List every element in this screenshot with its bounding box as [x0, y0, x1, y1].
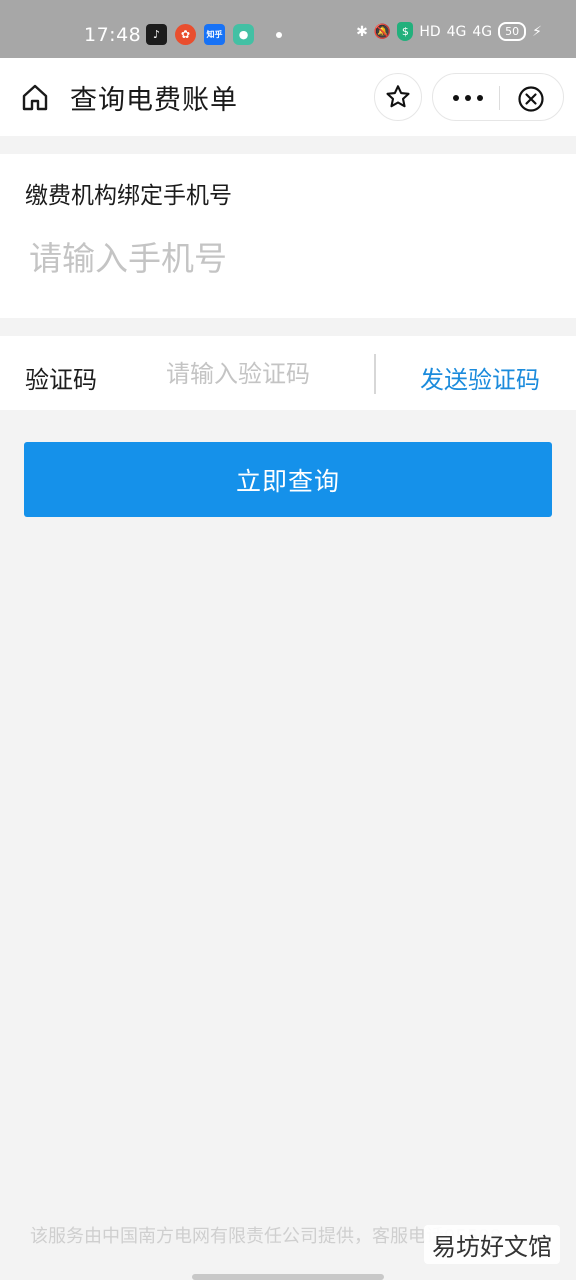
nav-bar: 查询电费账单 [0, 58, 576, 136]
status-indicators: ✱ 🔕 $ HD 4G 4G 50 ⚡ [356, 22, 542, 41]
watermark: 易坊好文馆 [424, 1225, 560, 1264]
network-label: HD [419, 23, 441, 40]
signal-4g-icon: 4G [446, 23, 467, 40]
phone-label: 缴费机构绑定手机号 [25, 183, 232, 209]
verification-divider [374, 354, 376, 394]
notification-dot-icon [276, 31, 282, 38]
close-icon[interactable] [517, 85, 545, 113]
home-indicator[interactable] [192, 1274, 384, 1280]
charging-icon: ⚡ [532, 23, 542, 40]
phone-section: 缴费机构绑定手机号 [0, 154, 576, 318]
zhihu-icon: 知乎 [204, 24, 225, 45]
status-time: 17:48 [84, 24, 142, 46]
home-icon[interactable] [20, 82, 50, 112]
tiktok-icon: ♪ [146, 24, 167, 45]
news-icon: ✿ [175, 24, 196, 45]
capsule-divider [499, 86, 500, 110]
send-code-button[interactable]: 发送验证码 [420, 360, 540, 395]
favorite-button[interactable] [374, 73, 422, 121]
app-icon: ● [233, 24, 254, 45]
mute-icon: 🔕 [373, 23, 392, 40]
star-icon [386, 85, 410, 108]
bluetooth-icon: ✱ [356, 23, 368, 40]
signal-4g-icon-2: 4G [472, 23, 493, 40]
status-bar: 17:48 ♪ ✿ 知乎 ● ✱ 🔕 $ HD 4G 4G 50 ⚡ [0, 0, 576, 58]
status-app-icons: ♪ ✿ 知乎 ● [146, 24, 282, 45]
page-title: 查询电费账单 [70, 85, 238, 116]
shield-icon: $ [397, 22, 414, 41]
miniapp-capsule [432, 73, 564, 121]
verification-section: 验证码 发送验证码 [0, 336, 576, 410]
verification-label: 验证码 [25, 366, 97, 394]
battery-icon: 50 [498, 22, 527, 41]
verification-input[interactable] [162, 352, 362, 396]
phone-input[interactable] [25, 230, 545, 286]
query-button[interactable]: 立即查询 [24, 442, 552, 517]
more-icon[interactable] [453, 95, 483, 101]
